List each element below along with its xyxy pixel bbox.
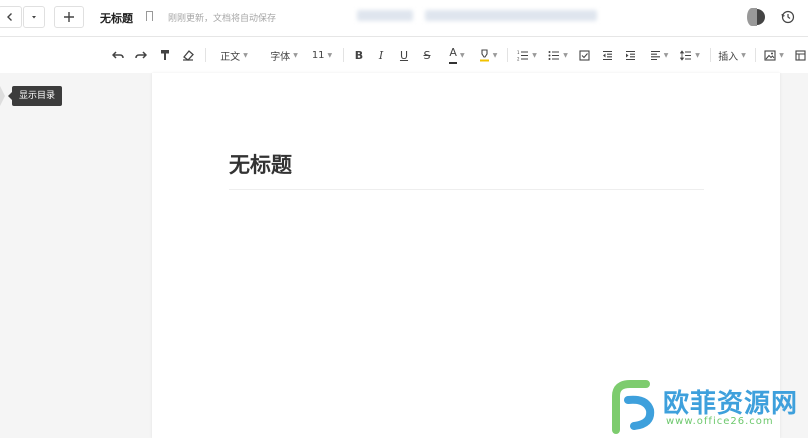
document-title-tab[interactable]: 无标题 — [100, 10, 133, 26]
back-button[interactable] — [0, 6, 22, 28]
history-button[interactable] — [779, 8, 797, 26]
line-spacing-button[interactable]: ▼ — [677, 37, 703, 73]
indent-icon — [625, 50, 635, 60]
insert-menu-button[interactable]: 插入 ▼ — [716, 37, 748, 73]
watermark-site-name: 欧菲资源网 — [663, 389, 799, 419]
table-icon — [794, 49, 806, 61]
blurred-info-2 — [425, 10, 597, 21]
history-icon — [781, 10, 795, 24]
show-outline-tooltip: 显示目录 — [7, 86, 63, 106]
caret-down-icon: ▼ — [532, 51, 537, 59]
caret-down-icon: ▼ — [779, 51, 784, 59]
italic-button[interactable]: I — [374, 37, 388, 73]
history-dropdown-button[interactable] — [23, 6, 45, 28]
office26-logo-icon — [612, 380, 655, 434]
heading-divider — [229, 189, 704, 190]
font-color-button[interactable]: A ▼ — [444, 37, 470, 73]
image-icon — [764, 49, 776, 61]
eraser-icon — [183, 50, 194, 61]
highlighter-icon — [479, 48, 489, 61]
format-painter-button[interactable] — [157, 37, 173, 73]
caret-down-icon: ▼ — [663, 51, 669, 59]
chevron-left-icon — [7, 13, 12, 21]
watermark-url: www.office26.com — [666, 416, 774, 427]
highlight-color-button[interactable]: ▼ — [476, 37, 500, 73]
decrease-indent-button[interactable] — [600, 37, 614, 73]
undo-button[interactable] — [110, 37, 126, 73]
line-spacing-icon — [680, 49, 692, 61]
caret-down-icon: ▼ — [741, 51, 746, 59]
font-size-select[interactable]: 11 ▼ — [308, 37, 336, 73]
svg-text:1: 1 — [517, 50, 520, 55]
ordered-list-icon: 12 — [517, 50, 529, 61]
underline-button[interactable]: U — [397, 37, 411, 73]
checkbox-icon — [578, 49, 590, 61]
font-family-select[interactable]: 字体 ▼ — [264, 37, 304, 73]
toolbar-divider — [710, 48, 711, 62]
insert-image-button[interactable]: ▼ — [762, 37, 786, 73]
top-bar: 无标题 刚刚更新，文档将自动保存 — [0, 0, 808, 37]
caret-down-icon — [32, 16, 36, 19]
font-family-label: 字体 — [270, 51, 291, 63]
document-heading[interactable]: 无标题 — [229, 149, 292, 179]
outdent-icon — [602, 50, 612, 60]
save-status-text: 刚刚更新，文档将自动保存 — [168, 14, 277, 24]
font-color-label: A — [449, 46, 457, 64]
bookmark-icon[interactable] — [146, 11, 153, 24]
ordered-list-button[interactable]: 1 2 ▼ — [514, 37, 540, 73]
svg-text:2: 2 — [517, 56, 520, 61]
toolbar-divider — [755, 48, 756, 62]
format-painter-icon — [161, 50, 169, 60]
formatting-toolbar: 正文 ▼ 字体 ▼ 11 ▼ B I U S A ▼ ▼ 1 2 ▼ ▼ ▼ ▼ 插入 ▼ ▼ — [0, 37, 808, 73]
bold-button[interactable]: B — [352, 37, 366, 73]
increase-indent-button[interactable] — [623, 37, 637, 73]
clear-format-button[interactable] — [180, 37, 196, 73]
caret-down-icon: ▼ — [459, 51, 465, 59]
bullet-list-button[interactable]: ▼ — [545, 37, 571, 73]
redo-button[interactable] — [133, 37, 149, 73]
caret-down-icon: ▼ — [563, 51, 568, 59]
paragraph-style-select[interactable]: 正文 ▼ — [214, 37, 254, 73]
task-list-button[interactable] — [577, 37, 591, 73]
watermark: 欧菲资源网 www.office26.com — [606, 378, 806, 434]
font-size-label: 11 — [311, 49, 325, 61]
align-button[interactable]: ▼ — [646, 37, 672, 73]
redo-icon — [135, 51, 147, 59]
caret-down-icon: ▼ — [327, 51, 333, 59]
new-document-button[interactable] — [54, 6, 84, 28]
strikethrough-button[interactable]: S — [420, 37, 434, 73]
toolbar-divider — [343, 48, 344, 62]
caret-down-icon: ▼ — [695, 51, 700, 59]
align-left-icon — [650, 50, 660, 60]
toolbar-divider — [205, 48, 206, 62]
caret-down-icon: ▼ — [243, 51, 248, 59]
undo-icon — [112, 51, 124, 59]
plus-icon — [64, 12, 74, 22]
blurred-info-1 — [357, 10, 413, 21]
caret-down-icon: ▼ — [293, 51, 298, 59]
avatar[interactable] — [747, 8, 765, 26]
bullet-list-icon — [548, 50, 560, 60]
caret-down-icon: ▼ — [492, 51, 498, 59]
paragraph-style-label: 正文 — [220, 51, 241, 63]
more-tools-button[interactable] — [794, 37, 806, 73]
toolbar-divider — [507, 48, 508, 62]
insert-label: 插入 — [718, 51, 739, 63]
